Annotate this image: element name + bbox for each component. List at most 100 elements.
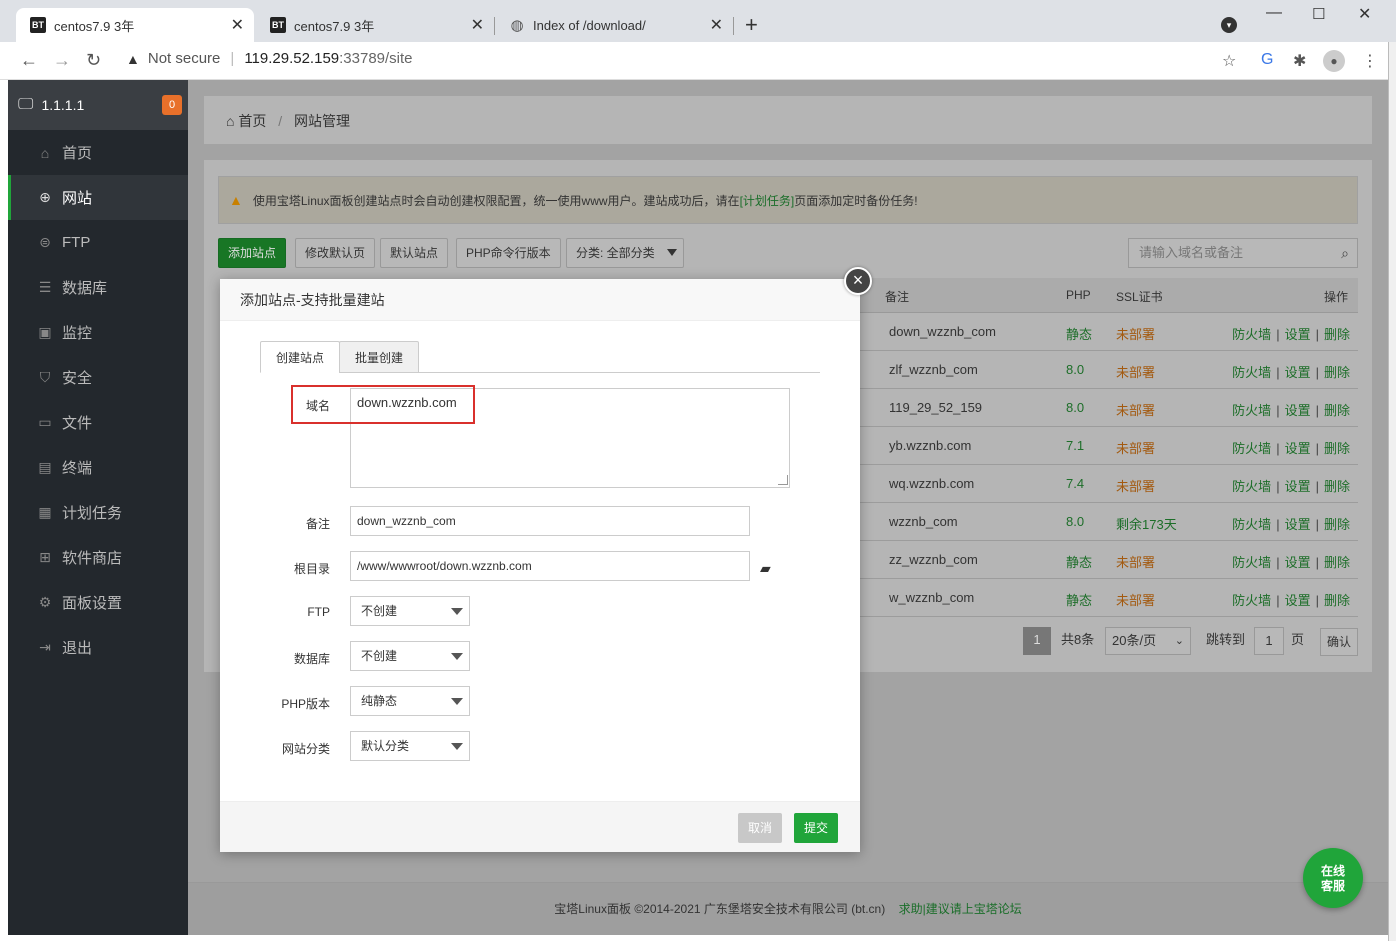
firewall-link[interactable]: 防火墙 — [1232, 479, 1271, 494]
site-php-version[interactable]: 静态 — [1066, 324, 1092, 343]
site-remark[interactable]: 119_29_52_159 — [889, 400, 982, 415]
url-field[interactable]: ▲ Not secure | 119.29.52.159 :33789/site — [126, 50, 413, 67]
category-dropdown[interactable]: 分类: 全部分类 — [566, 238, 684, 268]
window-close-icon[interactable]: ✕ — [1358, 4, 1371, 24]
settings-link[interactable]: 设置 — [1285, 593, 1311, 608]
close-tab-icon[interactable]: ✕ — [231, 15, 244, 35]
firewall-link[interactable]: 防火墙 — [1232, 593, 1271, 608]
default-site-button[interactable]: 默认站点 — [380, 238, 449, 268]
settings-link[interactable]: 设置 — [1285, 327, 1311, 342]
close-tab-icon[interactable]: ✕ — [471, 15, 484, 35]
site-ssl-status[interactable]: 未部署 — [1116, 324, 1155, 343]
ftp-select[interactable]: 不创建 — [350, 596, 470, 626]
firewall-link[interactable]: 防火墙 — [1232, 555, 1271, 570]
site-remark[interactable]: zz_wzznb_com — [889, 552, 978, 567]
search-icon[interactable]: ⌕ — [1341, 239, 1349, 267]
translate-icon[interactable]: G — [1261, 51, 1273, 69]
sidebar-item-store[interactable]: ⊞ 软件商店 — [8, 535, 188, 580]
delete-link[interactable]: 删除 — [1324, 441, 1350, 456]
page-current[interactable]: 1 — [1023, 627, 1051, 655]
sidebar-item-monitor[interactable]: ▣ 监控 — [8, 310, 188, 355]
settings-link[interactable]: 设置 — [1285, 365, 1311, 380]
site-remark[interactable]: wzznb_com — [889, 514, 958, 529]
delete-link[interactable]: 删除 — [1324, 517, 1350, 532]
firewall-link[interactable]: 防火墙 — [1232, 365, 1271, 380]
online-service-button[interactable]: 在线 客服 — [1303, 848, 1363, 908]
site-ssl-status[interactable]: 未部署 — [1116, 590, 1155, 609]
settings-link[interactable]: 设置 — [1285, 517, 1311, 532]
php-version-select[interactable]: 纯静态 — [350, 686, 470, 716]
resize-handle-icon[interactable] — [778, 475, 788, 485]
delete-link[interactable]: 删除 — [1324, 403, 1350, 418]
site-remark[interactable]: w_wzznb_com — [889, 590, 974, 605]
bookmark-star-icon[interactable]: ☆ — [1222, 51, 1236, 71]
breadcrumb-home[interactable]: 首页 — [238, 113, 266, 129]
tab-create-site[interactable]: 创建站点 — [260, 341, 341, 373]
tab-batch-create[interactable]: 批量创建 — [339, 341, 420, 373]
root-dir-input[interactable]: /www/wwwroot/down.wzznb.com — [350, 551, 750, 581]
site-ssl-status[interactable]: 未部署 — [1116, 400, 1155, 419]
site-ssl-status[interactable]: 未部署 — [1116, 552, 1155, 571]
menu-kebab-icon[interactable]: ⋮ — [1362, 51, 1378, 71]
back-icon[interactable]: ← — [20, 50, 38, 71]
delete-link[interactable]: 删除 — [1324, 555, 1350, 570]
site-php-version[interactable]: 8.0 — [1066, 400, 1084, 415]
firewall-link[interactable]: 防火墙 — [1232, 517, 1271, 532]
site-php-version[interactable]: 7.4 — [1066, 476, 1084, 491]
close-tab-icon[interactable]: ✕ — [710, 15, 723, 35]
extensions-icon[interactable]: ✱ — [1293, 51, 1306, 71]
delete-link[interactable]: 删除 — [1324, 327, 1350, 342]
new-tab-button[interactable]: + — [745, 12, 758, 38]
profile-avatar-icon[interactable]: ● — [1323, 50, 1345, 72]
database-select[interactable]: 不创建 — [350, 641, 470, 671]
sidebar-item-website[interactable]: ⊕ 网站 — [8, 175, 188, 220]
site-ssl-status[interactable]: 未部署 — [1116, 362, 1155, 381]
notification-badge[interactable]: 0 — [162, 95, 182, 115]
browser-tab-1[interactable]: BT centos7.9 3年 ✕ — [16, 8, 254, 42]
add-site-button[interactable]: 添加站点 — [218, 238, 287, 268]
site-php-version[interactable]: 8.0 — [1066, 362, 1084, 377]
site-search-input[interactable]: 请输入域名或备注 ⌕ — [1128, 238, 1358, 268]
settings-link[interactable]: 设置 — [1285, 479, 1311, 494]
edit-default-page-button[interactable]: 修改默认页 — [295, 238, 376, 268]
site-remark[interactable]: yb.wzznb.com — [889, 438, 971, 453]
site-php-version[interactable]: 7.1 — [1066, 438, 1084, 453]
site-remark[interactable]: zlf_wzznb_com — [889, 362, 978, 377]
reload-icon[interactable]: ↻ — [86, 50, 101, 71]
jump-confirm-button[interactable]: 确认 — [1320, 628, 1359, 656]
delete-link[interactable]: 删除 — [1324, 593, 1350, 608]
sidebar-item-database[interactable]: ☰ 数据库 — [8, 265, 188, 310]
settings-link[interactable]: 设置 — [1285, 555, 1311, 570]
sidebar-item-logout[interactable]: ⇥ 退出 — [8, 625, 188, 670]
delete-link[interactable]: 删除 — [1324, 479, 1350, 494]
browser-tab-3[interactable]: ◍ Index of /download/ ✕ — [495, 8, 733, 42]
settings-link[interactable]: 设置 — [1285, 441, 1311, 456]
sidebar-item-security[interactable]: ⛉ 安全 — [8, 355, 188, 400]
site-php-version[interactable]: 8.0 — [1066, 514, 1084, 529]
cron-link[interactable]: [计划任务] — [740, 192, 795, 209]
dialog-close-icon[interactable]: × — [844, 267, 872, 295]
minimize-icon[interactable]: — — [1266, 4, 1282, 22]
forward-icon[interactable]: → — [53, 50, 71, 71]
jump-page-input[interactable]: 1 — [1254, 627, 1284, 655]
tab-search-icon[interactable]: ▾ — [1221, 17, 1237, 33]
site-php-version[interactable]: 静态 — [1066, 590, 1092, 609]
site-remark[interactable]: wq.wzznb.com — [889, 476, 974, 491]
php-cli-version-button[interactable]: PHP命令行版本 — [456, 238, 561, 268]
server-header[interactable]: 🖵 1.1.1.1 0 — [8, 80, 188, 130]
cancel-button[interactable]: 取消 — [738, 813, 783, 843]
folder-open-icon[interactable]: ▰ — [760, 560, 771, 577]
site-ssl-status[interactable]: 未部署 — [1116, 476, 1155, 495]
site-remark[interactable]: down_wzznb_com — [889, 324, 996, 339]
maximize-icon[interactable]: ☐ — [1312, 5, 1325, 23]
settings-link[interactable]: 设置 — [1285, 403, 1311, 418]
site-php-version[interactable]: 静态 — [1066, 552, 1092, 571]
sidebar-item-cron[interactable]: ▦ 计划任务 — [8, 490, 188, 535]
delete-link[interactable]: 删除 — [1324, 365, 1350, 380]
firewall-link[interactable]: 防火墙 — [1232, 403, 1271, 418]
per-page-select[interactable]: 20条/页 ⌄ — [1105, 627, 1191, 655]
sidebar-item-terminal[interactable]: ▤ 终端 — [8, 445, 188, 490]
sidebar-item-settings[interactable]: ⚙ 面板设置 — [8, 580, 188, 625]
remark-input[interactable]: down_wzznb_com — [350, 506, 750, 536]
sidebar-item-files[interactable]: ▭ 文件 — [8, 400, 188, 445]
